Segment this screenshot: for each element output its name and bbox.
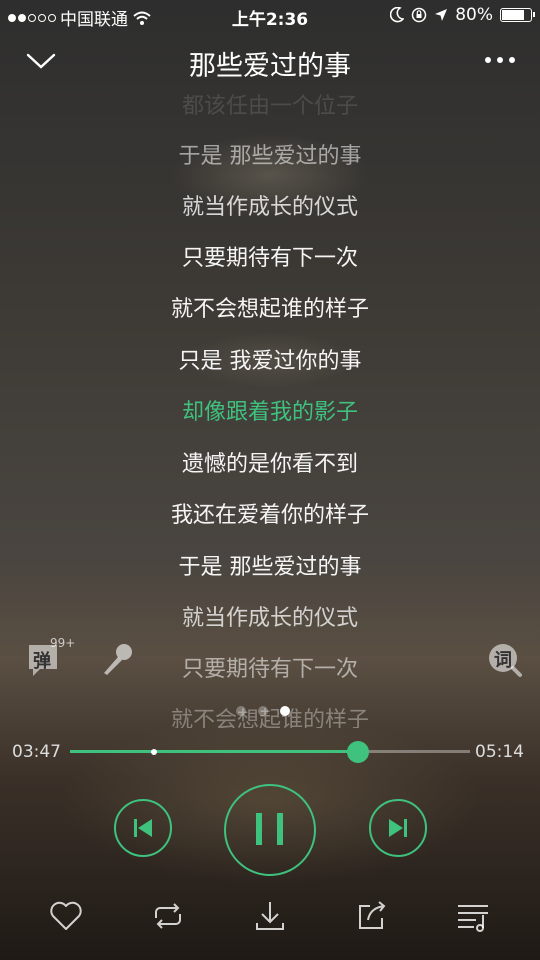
lyrics-search-button[interactable]: 词 [487, 642, 523, 678]
more-icon[interactable] [482, 48, 518, 72]
next-button[interactable] [369, 799, 427, 857]
playlist-icon[interactable] [456, 898, 492, 934]
previous-button[interactable] [114, 799, 172, 857]
download-icon[interactable] [252, 898, 288, 934]
lyrics-label: 词 [494, 650, 512, 671]
lyric-line: 就当作成长的仪式 [181, 195, 358, 220]
battery-icon [500, 8, 535, 22]
elapsed-time: 03:47 [12, 742, 61, 762]
page-indicator [236, 706, 290, 716]
lyric-line: 就不会想起谁的样子 [170, 297, 369, 322]
page-dot[interactable] [258, 706, 268, 716]
progress-thumb[interactable] [347, 741, 369, 763]
lyric-line: 我还在爱着你的样子 [170, 503, 369, 528]
danmaku-button[interactable]: 弹 99+ [26, 636, 76, 680]
battery-percent: 80% [455, 5, 493, 25]
danmaku-badge: 99+ [50, 636, 76, 650]
status-right: 80% [390, 5, 535, 25]
microphone-icon[interactable] [100, 641, 136, 677]
status-bar: 中国联通 上午2:36 80% [0, 0, 540, 30]
lyrics-panel[interactable]: 都该任由一个位子 于是 那些爱过的事 就当作成长的仪式 只要期待有下一次 就不会… [0, 88, 540, 728]
share-icon[interactable] [354, 898, 390, 934]
rotation-lock-icon [411, 7, 427, 23]
lyric-line-active: 却像跟着我的影子 [181, 400, 358, 425]
danmaku-label: 弹 [33, 651, 51, 672]
next-icon [389, 819, 407, 837]
page-dot[interactable] [236, 706, 246, 716]
song-title: 那些爱过的事 [189, 51, 351, 82]
previous-icon [134, 819, 152, 837]
location-arrow-icon [435, 9, 448, 21]
lyric-line: 只要期待有下一次 [181, 246, 358, 271]
repeat-icon[interactable] [150, 898, 186, 934]
page-dot-active[interactable] [280, 706, 290, 716]
lyric-line: 只是 我爱过你的事 [178, 349, 362, 374]
lyric-line: 于是 那些爱过的事 [178, 555, 362, 580]
lyric-line: 只要期待有下一次 [181, 657, 358, 682]
progress-marker [151, 749, 157, 755]
lyric-line: 就当作成长的仪式 [181, 606, 358, 631]
progress-track[interactable] [70, 750, 470, 753]
moon-icon [390, 7, 405, 23]
lyric-line: 于是 那些爱过的事 [178, 144, 362, 169]
pause-icon [256, 813, 283, 845]
lyric-line: 遗憾的是你看不到 [181, 452, 358, 477]
header: 那些爱过的事 [0, 36, 540, 88]
lyric-line: 都该任由一个位子 [181, 94, 358, 119]
total-time: 05:14 [475, 742, 524, 762]
pause-button[interactable] [224, 784, 316, 876]
heart-icon[interactable] [48, 898, 84, 934]
progress-fill [70, 750, 358, 753]
